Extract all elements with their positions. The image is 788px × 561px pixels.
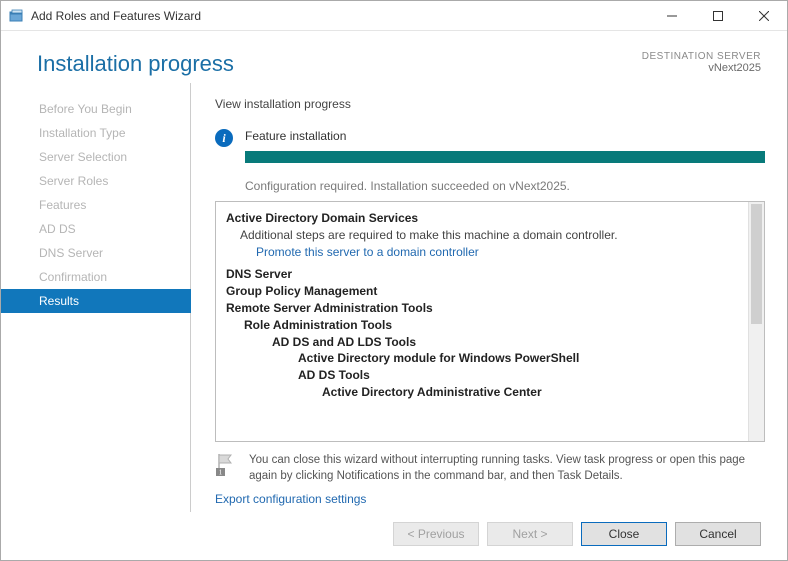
status-block: Feature installation: [245, 129, 765, 163]
header: Installation progress DESTINATION SERVER…: [1, 31, 787, 83]
wizard-window: Add Roles and Features Wizard Installati…: [0, 0, 788, 561]
next-button: Next >: [487, 522, 573, 546]
sidebar: Before You Begin Installation Type Serve…: [1, 83, 191, 512]
sidebar-item-dns-server: DNS Server: [1, 241, 191, 265]
cancel-button[interactable]: Cancel: [675, 522, 761, 546]
sidebar-item-server-selection: Server Selection: [1, 145, 191, 169]
app-icon: [9, 8, 25, 24]
details-rsat-heading: Remote Server Administration Tools: [226, 300, 738, 317]
sidebar-item-results[interactable]: Results: [1, 289, 191, 313]
sidebar-item-confirmation: Confirmation: [1, 265, 191, 289]
page-title: Installation progress: [37, 51, 234, 77]
sidebar-item-ad-ds: AD DS: [1, 217, 191, 241]
body: Before You Begin Installation Type Serve…: [1, 83, 787, 512]
titlebar: Add Roles and Features Wizard: [1, 1, 787, 31]
window-controls: [649, 1, 787, 30]
details-adlds-heading: AD DS and AD LDS Tools: [226, 334, 738, 351]
destination-server-label: DESTINATION SERVER: [642, 51, 761, 62]
progress-bar: [245, 151, 765, 163]
status-message: Configuration required. Installation suc…: [245, 179, 765, 193]
info-icon: [215, 129, 233, 147]
export-configuration-link[interactable]: Export configuration settings: [215, 492, 765, 506]
sidebar-item-before-you-begin: Before You Begin: [1, 97, 191, 121]
details-adac-heading: Active Directory Administrative Center: [226, 384, 738, 401]
details-adps-heading: Active Directory module for Windows Powe…: [226, 350, 738, 367]
details-addstools-heading: AD DS Tools: [226, 367, 738, 384]
close-button[interactable]: Close: [581, 522, 667, 546]
svg-text:1: 1: [219, 468, 223, 476]
notice-row: 1 You can close this wizard without inte…: [215, 452, 765, 484]
promote-server-link[interactable]: Promote this server to a domain controll…: [226, 244, 738, 261]
details-dns-heading: DNS Server: [226, 266, 738, 283]
minimize-button[interactable]: [649, 1, 695, 30]
status-title: Feature installation: [245, 129, 765, 143]
sidebar-item-features: Features: [1, 193, 191, 217]
notice-text: You can close this wizard without interr…: [249, 452, 765, 484]
sidebar-item-installation-type: Installation Type: [1, 121, 191, 145]
content-area: View installation progress Feature insta…: [191, 83, 787, 512]
previous-button: < Previous: [393, 522, 479, 546]
details-adds-note: Additional steps are required to make th…: [226, 227, 738, 244]
details-box: Active Directory Domain Services Additio…: [215, 201, 765, 442]
status-row: Feature installation: [215, 129, 765, 163]
maximize-button[interactable]: [695, 1, 741, 30]
sidebar-item-server-roles: Server Roles: [1, 169, 191, 193]
scrollbar-thumb[interactable]: [751, 204, 762, 324]
destination-server-block: DESTINATION SERVER vNext2025: [642, 51, 761, 74]
window-title: Add Roles and Features Wizard: [31, 9, 201, 23]
progress-fill: [245, 151, 765, 163]
titlebar-left: Add Roles and Features Wizard: [9, 8, 201, 24]
details-rat-heading: Role Administration Tools: [226, 317, 738, 334]
section-label: View installation progress: [215, 97, 765, 111]
details-gpm-heading: Group Policy Management: [226, 283, 738, 300]
close-window-button[interactable]: [741, 1, 787, 30]
details-scrollbar[interactable]: [748, 202, 764, 441]
button-row: < Previous Next > Close Cancel: [1, 512, 787, 560]
destination-server-name: vNext2025: [642, 62, 761, 74]
flag-icon: 1: [215, 452, 237, 474]
details-adds-heading: Active Directory Domain Services: [226, 210, 738, 227]
details-content: Active Directory Domain Services Additio…: [216, 202, 748, 441]
